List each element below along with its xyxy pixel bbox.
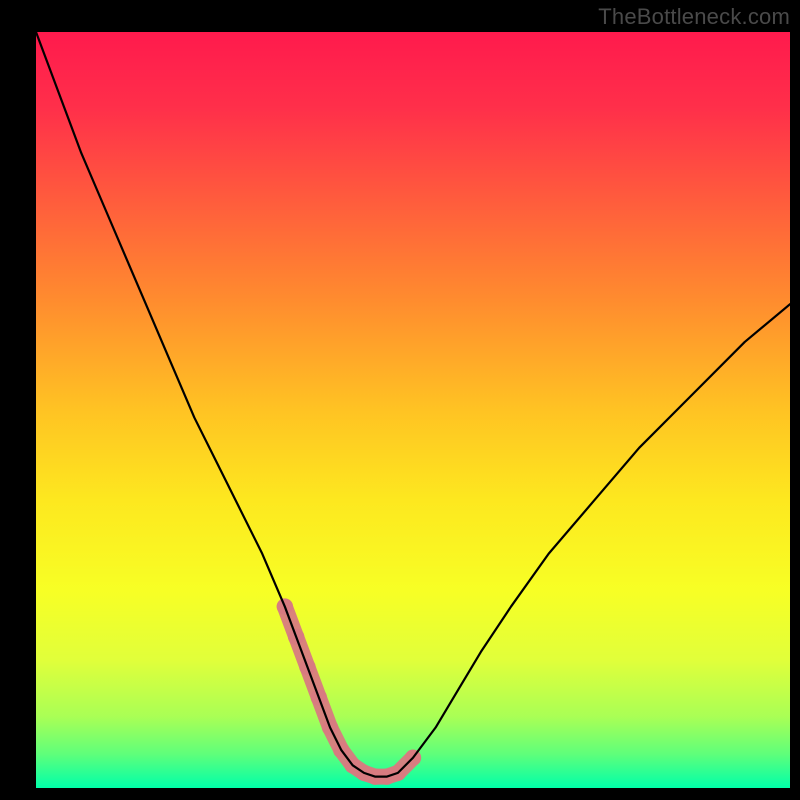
chart-frame: TheBottleneck.com bbox=[0, 0, 800, 800]
bottleneck-chart bbox=[0, 0, 800, 800]
